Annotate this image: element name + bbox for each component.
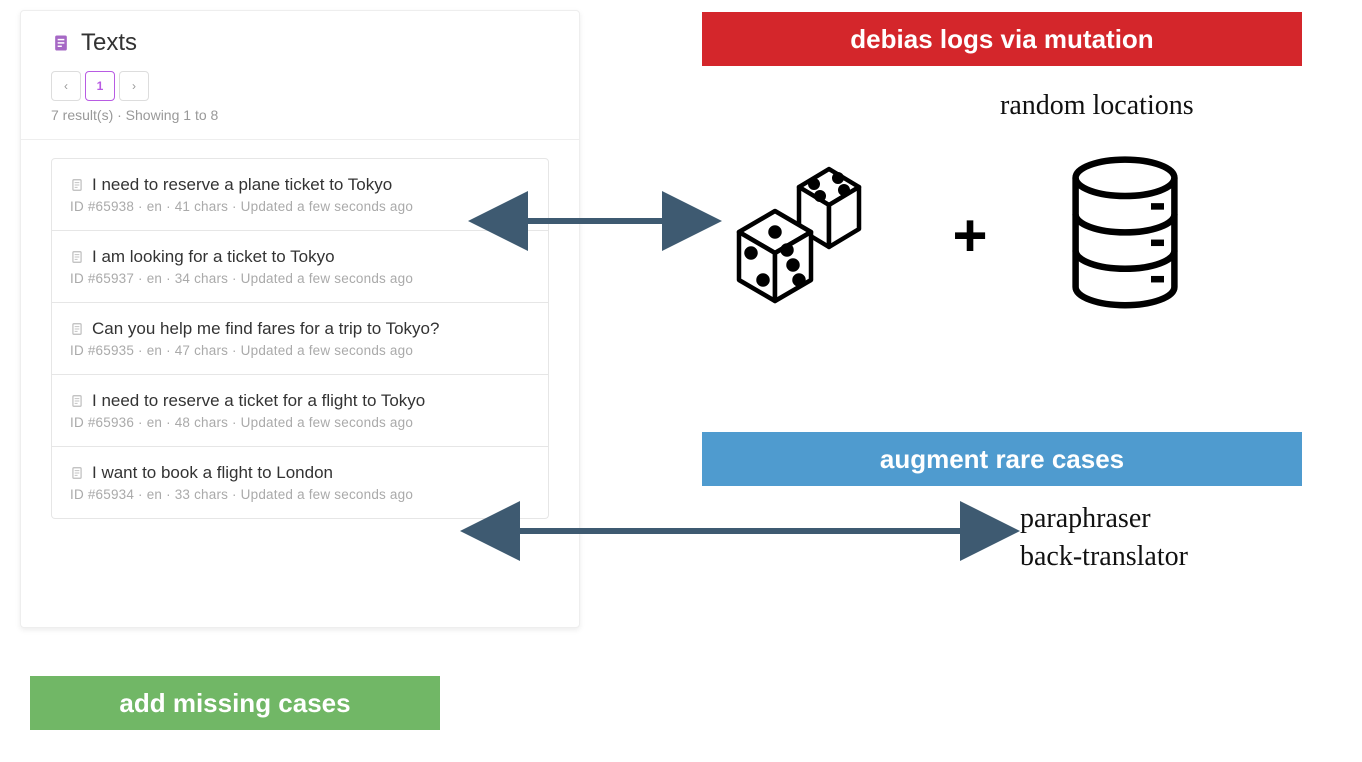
banner-augment-label: augment rare cases — [880, 444, 1124, 475]
banner-add-missing-label: add missing cases — [119, 688, 350, 719]
list-item-meta: ID #65936 · en · 48 chars · Updated a fe… — [70, 415, 530, 430]
texts-title-row: Texts — [51, 29, 549, 57]
pager-next-button[interactable]: › — [119, 71, 149, 101]
texts-header: Texts ‹ 1 › 7 result(s) · Showing 1 to 8 — [21, 11, 579, 139]
list-item[interactable]: I need to reserve a ticket for a flight … — [51, 375, 549, 447]
list-item-meta: ID #65934 · en · 33 chars · Updated a fe… — [70, 487, 530, 502]
document-icon — [70, 322, 84, 336]
list-item[interactable]: I want to book a flight to London ID #65… — [51, 447, 549, 519]
augment-labels: paraphraser back-translator — [1020, 500, 1188, 576]
list-item-title-row: I am looking for a ticket to Tokyo — [70, 247, 530, 267]
list-item-title-row: Can you help me find fares for a trip to… — [70, 319, 530, 339]
banner-debias: debias logs via mutation — [702, 12, 1302, 66]
page-icon — [51, 33, 71, 53]
list-item-text: I want to book a flight to London — [92, 463, 333, 483]
document-icon — [70, 394, 84, 408]
texts-title: Texts — [81, 29, 137, 57]
document-icon — [70, 178, 84, 192]
list-item-meta: ID #65937 · en · 34 chars · Updated a fe… — [70, 271, 530, 286]
list-item-text: Can you help me find fares for a trip to… — [92, 319, 439, 339]
augment-line-1: paraphraser — [1020, 500, 1188, 538]
banner-debias-label: debias logs via mutation — [850, 24, 1153, 55]
augment-line-2: back-translator — [1020, 538, 1188, 576]
database-icon — [1060, 155, 1190, 315]
random-locations-label: random locations — [1000, 90, 1194, 122]
document-icon — [70, 466, 84, 480]
list-item-meta: ID #65938 · en · 41 chars · Updated a fe… — [70, 199, 530, 214]
list-item-title-row: I need to reserve a plane ticket to Toky… — [70, 175, 530, 195]
list-item-title-row: I need to reserve a ticket for a flight … — [70, 391, 530, 411]
plus-icon: + — [952, 201, 987, 270]
banner-add-missing: add missing cases — [30, 676, 440, 730]
pager-prev-button[interactable]: ‹ — [51, 71, 81, 101]
dice-icon — [730, 160, 880, 310]
arrow-augment — [460, 516, 1020, 546]
list-item-meta: ID #65935 · en · 47 chars · Updated a fe… — [70, 343, 530, 358]
arrow-debias — [470, 206, 720, 236]
dice-db-group: + — [730, 150, 1190, 320]
list-item[interactable]: I am looking for a ticket to Tokyo ID #6… — [51, 231, 549, 303]
list-item-text: I need to reserve a plane ticket to Toky… — [92, 175, 392, 195]
list-item-text: I am looking for a ticket to Tokyo — [92, 247, 335, 267]
banner-augment: augment rare cases — [702, 432, 1302, 486]
text-list: I need to reserve a plane ticket to Toky… — [21, 140, 579, 519]
list-item-title-row: I want to book a flight to London — [70, 463, 530, 483]
list-item-text: I need to reserve a ticket for a flight … — [92, 391, 425, 411]
list-item[interactable]: Can you help me find fares for a trip to… — [51, 303, 549, 375]
pager: ‹ 1 › — [51, 71, 549, 101]
result-summary: 7 result(s) · Showing 1 to 8 — [51, 107, 549, 123]
pager-page-1-button[interactable]: 1 — [85, 71, 115, 101]
document-icon — [70, 250, 84, 264]
